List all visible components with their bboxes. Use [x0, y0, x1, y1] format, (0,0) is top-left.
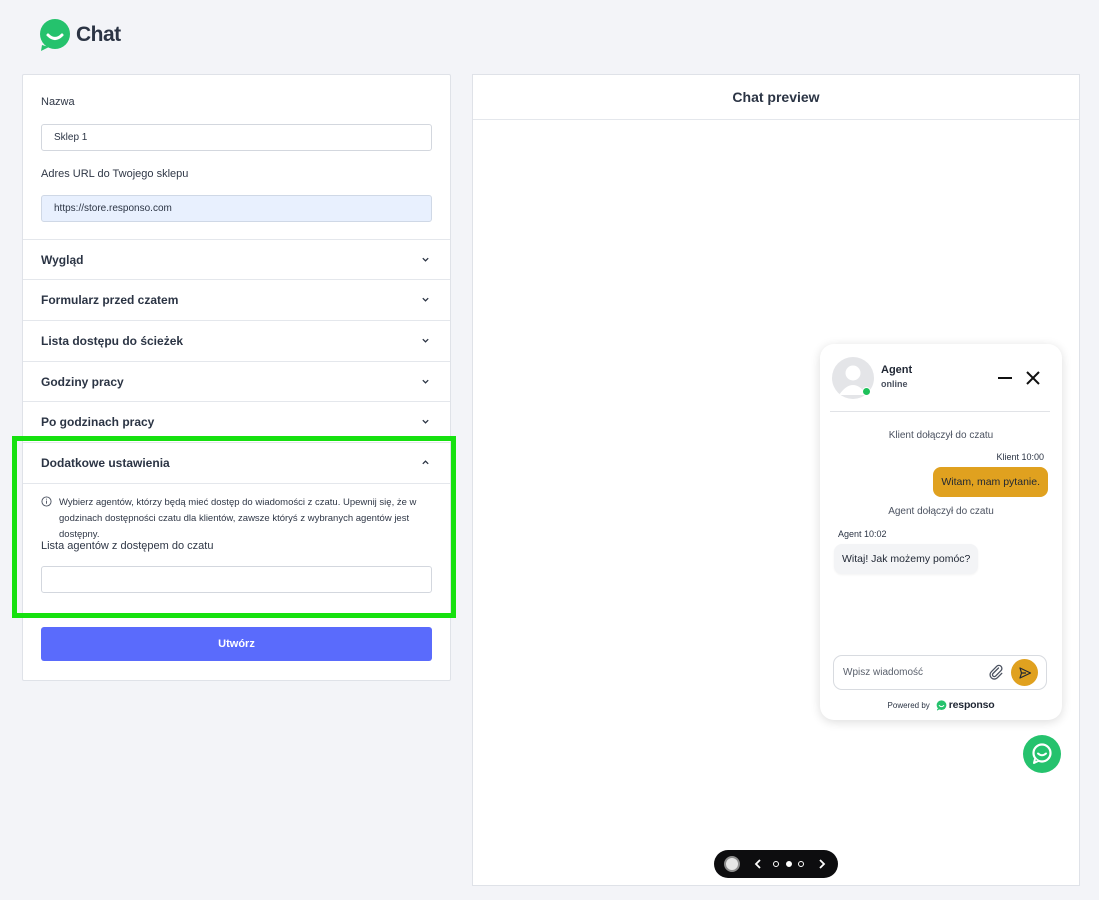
- agent-message-bubble: Witaj! Jak możemy pomóc?: [834, 544, 979, 574]
- pager-dot-2[interactable]: [786, 861, 792, 867]
- close-icon[interactable]: [1024, 369, 1042, 387]
- client-message-meta: Klient 10:00: [996, 452, 1044, 462]
- client-message-bubble: Witam, mam pytanie.: [933, 467, 1048, 497]
- minimize-icon[interactable]: [996, 369, 1014, 387]
- accordion-title: Lista dostępu do ścieżek: [41, 334, 184, 348]
- send-button[interactable]: [1011, 659, 1038, 686]
- chat-widget: Agent online Klient dołączył do czatu Kl…: [820, 344, 1062, 720]
- agent-status: online: [881, 379, 908, 389]
- paperclip-icon[interactable]: [988, 664, 1004, 680]
- preview-header: Chat preview: [473, 75, 1079, 120]
- chat-launcher-button[interactable]: [1023, 735, 1061, 773]
- accordion-title: Formularz przed czatem: [41, 293, 179, 307]
- online-status-dot: [862, 387, 871, 396]
- url-input[interactable]: https://store.responso.com: [41, 195, 432, 222]
- accordion-lista-dostepu[interactable]: Lista dostępu do ścieżek: [23, 321, 450, 361]
- chevron-down-icon: [422, 338, 429, 343]
- accordion-formularz[interactable]: Formularz przed czatem: [23, 280, 450, 320]
- chevron-down-icon: [422, 297, 429, 302]
- name-label: Nazwa: [41, 96, 75, 108]
- preview-toggle-icon[interactable]: [724, 856, 740, 872]
- accordion-title: Po godzinach pracy: [41, 415, 155, 429]
- chat-bubble-icon: [1032, 743, 1052, 764]
- powered-by: Powered by responso: [820, 699, 1062, 711]
- preview-title: Chat preview: [732, 89, 820, 105]
- highlight-outline: [12, 436, 456, 618]
- system-message: Agent dołączył do czatu: [888, 506, 994, 517]
- system-message: Klient dołączył do czatu: [888, 430, 994, 441]
- pager-dot-3[interactable]: [798, 861, 804, 867]
- chat-logo-icon: [40, 19, 70, 51]
- accordion-godziny-pracy[interactable]: Godziny pracy: [23, 362, 450, 402]
- chat-message-input[interactable]: Wpisz wiadomość: [833, 655, 1047, 690]
- name-input[interactable]: Sklep 1: [41, 124, 432, 151]
- chevron-right-icon[interactable]: [814, 856, 830, 872]
- chevron-left-icon[interactable]: [750, 856, 766, 872]
- accordion-wyglad[interactable]: Wygląd: [23, 240, 450, 280]
- preview-pager: [714, 850, 838, 878]
- create-button[interactable]: Utwórz: [41, 627, 432, 661]
- chevron-down-icon: [422, 257, 429, 262]
- chat-header-divider: [830, 411, 1050, 412]
- brand-name: responso: [948, 699, 995, 711]
- responso-brand: responso: [936, 699, 995, 711]
- chevron-down-icon: [422, 419, 429, 424]
- agent-message-meta: Agent 10:02: [838, 529, 887, 539]
- accordion-title: Godziny pracy: [41, 375, 124, 389]
- accordion-title: Wygląd: [41, 253, 84, 267]
- send-icon: [1018, 666, 1031, 679]
- chevron-down-icon: [422, 379, 429, 384]
- agent-name: Agent: [881, 364, 913, 376]
- pager-dot-1[interactable]: [773, 861, 779, 867]
- logo-text: Chat: [76, 23, 121, 46]
- responso-logo-icon: [936, 699, 947, 711]
- powered-by-label: Powered by: [887, 700, 930, 710]
- chat-input-placeholder: Wpisz wiadomość: [843, 667, 924, 678]
- url-label: Adres URL do Twojego sklepu: [41, 168, 189, 180]
- app-logo: Chat: [38, 18, 121, 52]
